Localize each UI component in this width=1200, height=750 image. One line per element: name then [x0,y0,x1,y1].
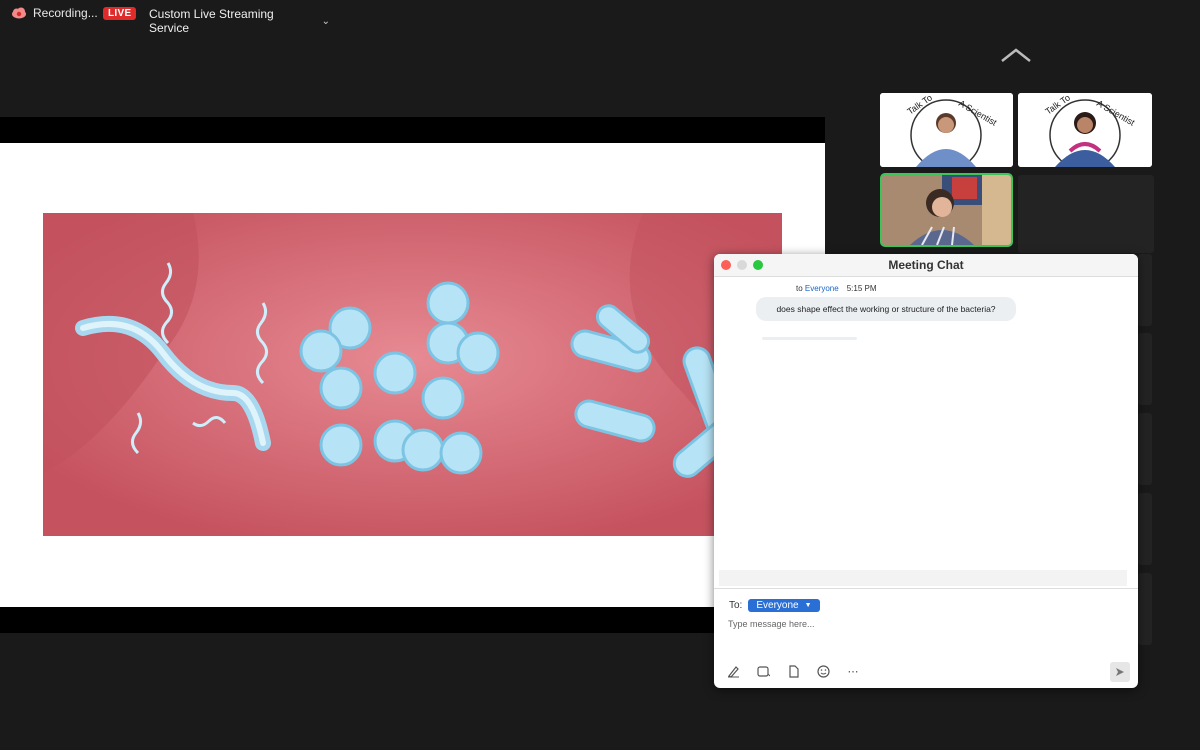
talk-to-a-scientist-logo: Talk To A Scientist [880,93,1013,167]
streaming-service-dropdown[interactable]: Custom Live Streaming Service ⌄ [149,7,330,35]
recording-indicator[interactable]: Recording... [11,6,98,20]
cloud-record-icon [12,7,26,19]
more-options-icon[interactable]: ⋯ [846,664,860,678]
recording-label: Recording... [33,6,98,20]
message-recipient: Everyone [804,284,839,293]
talk-to-a-scientist-logo: Talk To A Scientist [1018,93,1152,167]
meeting-chat-window: Meeting Chat to Everyone 5:15 PM does sh… [714,254,1138,688]
chat-toolbar: ⋯ [726,664,860,678]
chat-divider [714,588,1138,589]
chat-message-bubble[interactable]: does shape effect the working or structu… [756,297,1016,321]
chat-message-text: does shape effect the working or structu… [776,304,996,314]
chevron-up-icon[interactable] [1000,46,1032,64]
message-time: 5:15 PM [846,284,877,293]
chat-title: Meeting Chat [888,258,964,272]
participant-video-frame [882,175,1011,245]
participant-tile [1138,573,1152,645]
send-button[interactable] [1110,662,1130,682]
participant-video-2[interactable]: Talk To A Scientist [1018,93,1152,167]
participant-video-1[interactable]: Talk To A Scientist [880,93,1013,167]
recipient-value: Everyone [756,600,799,611]
chat-title-bar[interactable]: Meeting Chat [714,254,1138,277]
caret-down-icon: ▼ [804,602,812,609]
to-label: To: [729,600,743,611]
top-bar: Recording... LIVE Custom Live Streaming … [0,0,330,35]
bacteria-illustration [43,213,782,536]
screenshot-icon[interactable] [756,664,770,678]
participant-tile [1138,493,1152,565]
participant-video-active-speaker[interactable] [880,173,1013,247]
file-icon[interactable] [786,664,800,678]
recipient-dropdown[interactable]: Everyone ▼ [748,599,820,612]
faded-message-line [762,337,857,340]
format-text-icon[interactable] [726,664,740,678]
chat-message-input[interactable] [726,618,1110,630]
live-badge: LIVE [103,7,137,20]
participant-tile [1138,413,1152,485]
send-icon [1116,668,1124,676]
message-to-prefix: to [796,284,803,293]
recipient-row: To: Everyone ▼ [729,599,820,612]
chevron-down-icon: ⌄ [321,15,330,27]
participant-tile [1138,333,1152,405]
message-header: to Everyone 5:15 PM [796,284,877,293]
participant-tile-empty [1018,175,1154,253]
stream-label: Custom Live Streaming Service [149,7,274,35]
chat-scroll-area [719,570,1127,586]
emoji-icon[interactable] [816,664,830,678]
participant-tile [1138,254,1152,326]
